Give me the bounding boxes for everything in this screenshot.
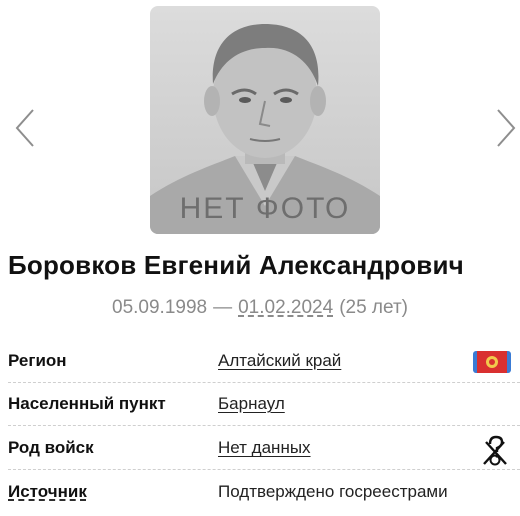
locality-link[interactable]: Барнаул xyxy=(218,394,285,414)
placeholder-photo: НЕТ ФОТО xyxy=(150,6,380,234)
branch-label: Род войск xyxy=(8,438,94,457)
row-divider xyxy=(8,382,520,383)
next-arrow[interactable] xyxy=(494,106,518,150)
chevron-right-icon xyxy=(497,109,516,147)
no-photo-label: НЕТ ФОТО xyxy=(179,192,351,225)
branch-link[interactable]: Нет данных xyxy=(218,438,311,458)
locality-row: Населенный пункт Барнаул xyxy=(8,386,520,426)
person-name: Боровков Евгений Александрович xyxy=(8,250,464,280)
source-label[interactable]: Источник xyxy=(8,482,87,502)
prev-arrow[interactable] xyxy=(13,106,37,150)
row-divider xyxy=(8,469,520,470)
death-date[interactable]: 01.02.2024 xyxy=(238,297,333,318)
region-flag-icon xyxy=(473,351,511,373)
life-dates: 05.09.1998—01.02.2024 (25 лет) xyxy=(0,297,520,319)
region-row: Регион Алтайский край xyxy=(8,343,520,383)
age: (25 лет) xyxy=(339,297,408,318)
date-dash: — xyxy=(213,297,233,318)
birth-date: 05.09.1998 xyxy=(112,297,208,318)
source-row: Источник Подтверждено госреестрами xyxy=(8,474,520,514)
region-link[interactable]: Алтайский край xyxy=(218,351,341,371)
source-value: Подтверждено госреестрами xyxy=(218,482,448,501)
unknown-branch-icon xyxy=(478,434,512,468)
branch-row: Род войск Нет данных xyxy=(8,430,520,470)
chevron-left-icon xyxy=(15,109,34,147)
row-divider xyxy=(8,425,520,426)
region-label: Регион xyxy=(8,351,67,370)
locality-label: Населенный пункт xyxy=(8,394,166,413)
